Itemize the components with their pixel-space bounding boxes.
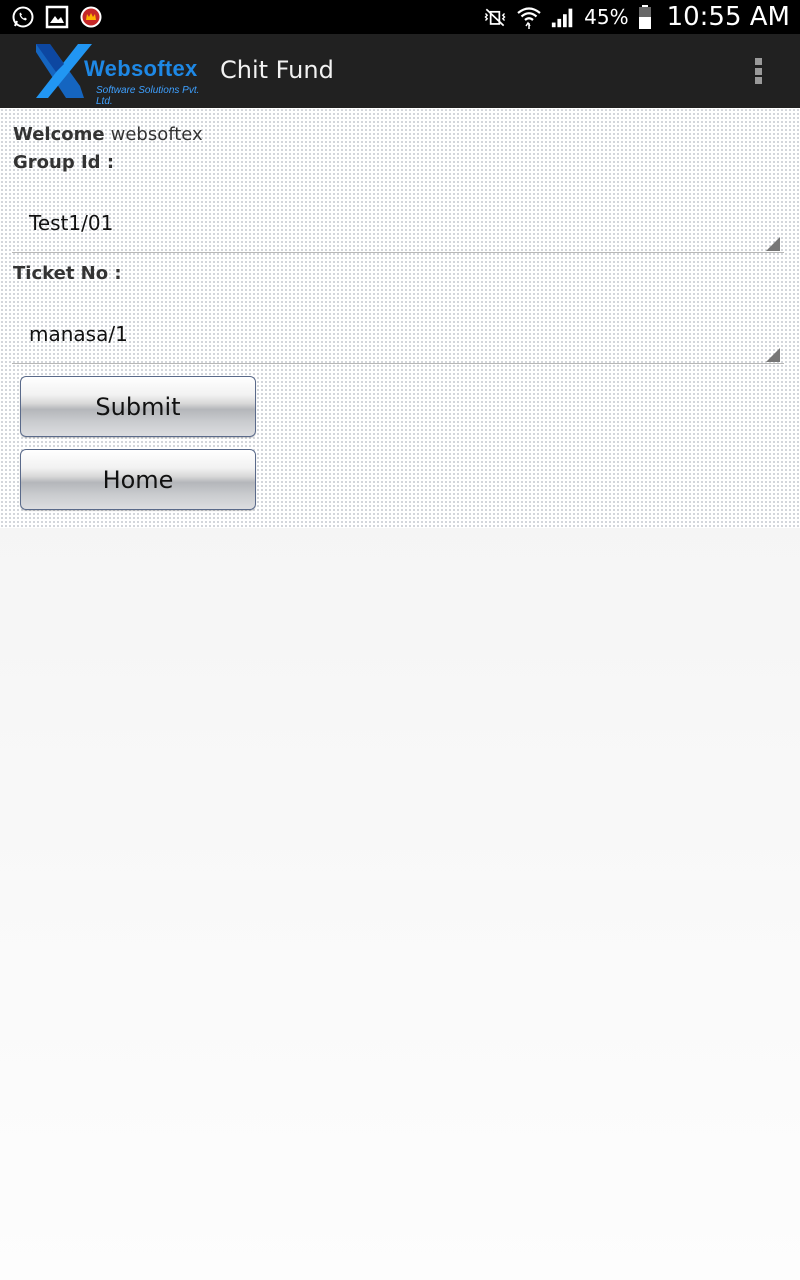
welcome-label: Welcome (13, 124, 105, 145)
gallery-icon (44, 4, 70, 30)
status-right-icons: 45% 10:55 AM (482, 2, 790, 32)
logo-subtitle: Software Solutions Pvt. Ltd. (96, 85, 200, 107)
home-button[interactable]: Home (20, 449, 256, 510)
action-bar: Websoftex Software Solutions Pvt. Ltd. C… (0, 34, 800, 108)
submit-button[interactable]: Submit (20, 376, 256, 437)
ticket-no-label: Ticket No : (13, 263, 122, 284)
status-bar: 45% 10:55 AM (0, 0, 800, 34)
websoftex-logo: Websoftex Software Solutions Pvt. Ltd. (34, 42, 208, 107)
ticket-no-value: manasa/1 (29, 322, 128, 346)
welcome-row: Welcome websoftex (13, 124, 203, 145)
spinner-arrow-icon (766, 348, 780, 362)
logo-title: Websoftex (84, 56, 198, 81)
group-id-label: Group Id : (13, 152, 115, 173)
ticket-no-spinner[interactable]: manasa/1 (12, 308, 784, 364)
spinner-arrow-icon (766, 237, 780, 251)
whatsapp-icon (10, 4, 36, 30)
status-left-icons (10, 4, 104, 30)
vibrate-mute-icon (482, 4, 508, 30)
battery-percent: 45% (584, 5, 629, 29)
overflow-menu-icon[interactable] (748, 54, 768, 88)
wifi-icon (516, 4, 542, 30)
welcome-user: websoftex (110, 124, 203, 145)
signal-icon (550, 4, 576, 30)
clock: 10:55 AM (666, 2, 790, 32)
group-id-value: Test1/01 (29, 211, 114, 235)
notification-app-icon (78, 4, 104, 30)
form-panel: Welcome websoftex Group Id : Test1/01 Tic… (0, 108, 800, 528)
app-title: Chit Fund (220, 56, 334, 84)
group-id-spinner[interactable]: Test1/01 (12, 197, 784, 253)
battery-icon (637, 4, 653, 30)
